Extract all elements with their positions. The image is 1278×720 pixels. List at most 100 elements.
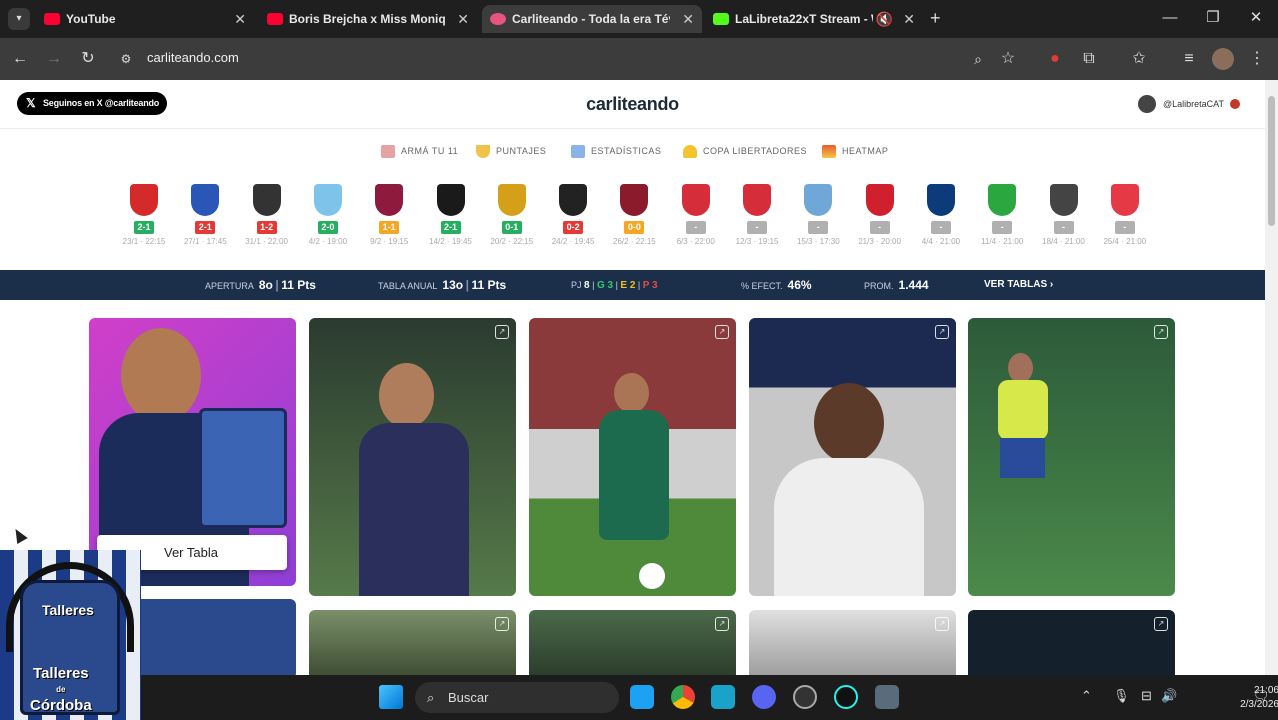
- external-link-icon[interactable]: ↗: [715, 617, 729, 631]
- stream-overlay: Talleres Talleres de Córdoba: [0, 550, 141, 720]
- browser-toolbar: ← → ↻ ⚙ carliteando.com ⌕ ☆ ● ⧉ ✩ ≡ ⋮: [0, 38, 1278, 80]
- minimize-button[interactable]: —: [1155, 8, 1185, 28]
- external-link-icon[interactable]: ↗: [715, 325, 729, 339]
- ver-tablas-link[interactable]: VER TABLAS ›: [984, 270, 1053, 300]
- fixture-item[interactable]: - 15/3 · 17:30: [788, 184, 848, 246]
- extension-icon[interactable]: ●: [1044, 48, 1066, 70]
- tray-overflow-icon[interactable]: ⌃: [1081, 688, 1092, 704]
- bookmarks-icon[interactable]: ✩: [1128, 48, 1150, 70]
- restore-button[interactable]: ❐: [1198, 8, 1228, 28]
- news-card-player-3[interactable]: ↗: [749, 318, 956, 596]
- media-control-icon[interactable]: ≡: [1178, 48, 1200, 70]
- close-icon[interactable]: ✕: [234, 5, 246, 33]
- tab-boris-brejcha[interactable]: Boris Brejcha x Miss Monique – ✕: [259, 5, 477, 33]
- external-link-icon[interactable]: ↗: [1154, 325, 1168, 339]
- news-card-row2-3[interactable]: ↗: [529, 610, 736, 675]
- obs-icon[interactable]: [793, 685, 817, 709]
- fixture-item[interactable]: 1-1 9/2 · 19:15: [359, 184, 419, 246]
- youtube-icon: [44, 13, 60, 25]
- calculator-icon[interactable]: [875, 685, 899, 709]
- fixture-item[interactable]: - 25/4 · 21:00: [1095, 184, 1155, 246]
- tab-lalibreta-stream[interactable]: LaLibreta22xT Stream - Wat 🔇 ✕: [705, 5, 923, 33]
- match-date: 26/2 · 22:15: [613, 237, 656, 246]
- chrome-icon[interactable]: [671, 685, 695, 709]
- tab-carliteando[interactable]: Carliteando - Toda la era Tévez ✕: [482, 5, 702, 33]
- team-crest-icon: [375, 184, 404, 216]
- site-info-icon[interactable]: ⚙: [115, 48, 137, 70]
- extensions-puzzle-icon[interactable]: ⧉: [1078, 48, 1100, 70]
- team-crest-icon: [804, 184, 833, 216]
- scrollbar-thumb[interactable]: [1268, 96, 1275, 226]
- fixture-item[interactable]: - 6/3 · 22:00: [666, 184, 726, 246]
- nav-puntajes[interactable]: PUNTAJES: [476, 144, 546, 159]
- fixture-item[interactable]: 2-0 4/2 · 19:00: [298, 184, 358, 246]
- external-link-icon[interactable]: ↗: [495, 325, 509, 339]
- external-link-icon[interactable]: ↗: [935, 325, 949, 339]
- nav-label: COPA LIBERTADORES: [703, 146, 808, 156]
- back-icon[interactable]: ←: [9, 48, 31, 70]
- notifications-icon[interactable]: 🗨: [1253, 688, 1270, 704]
- fixture-item[interactable]: 2-1 27/1 · 17:45: [175, 184, 235, 246]
- tab-search-button[interactable]: ▾: [8, 8, 30, 30]
- fixture-item[interactable]: - 21/3 · 20:00: [850, 184, 910, 246]
- microphone-icon[interactable]: 🎙: [1113, 688, 1130, 704]
- fixture-item[interactable]: - 18/4 · 21:00: [1034, 184, 1094, 246]
- menu-dots-icon[interactable]: ⋮: [1246, 48, 1268, 70]
- page-scrollbar[interactable]: [1265, 80, 1278, 675]
- tiktok-icon[interactable]: [834, 685, 858, 709]
- fixture-item[interactable]: 2-1 14/2 · 19:45: [421, 184, 481, 246]
- tab-youtube[interactable]: YouTube ✕: [36, 5, 254, 33]
- match-result: -: [747, 221, 767, 234]
- news-card-player-4[interactable]: ↗: [968, 318, 1175, 596]
- external-link-icon[interactable]: ↗: [1154, 617, 1168, 631]
- volume-icon[interactable]: 🔊: [1161, 688, 1177, 704]
- fixture-item[interactable]: 1-2 31/1 · 22:00: [237, 184, 297, 246]
- fixture-item[interactable]: - 4/4 · 21:00: [911, 184, 971, 246]
- fixture-item[interactable]: 0-0 26/2 · 22:15: [604, 184, 664, 246]
- taskbar-search[interactable]: ⌕ Buscar: [415, 682, 619, 713]
- start-button[interactable]: [379, 685, 403, 709]
- news-card-row2-2[interactable]: ↗: [309, 610, 516, 675]
- forward-icon[interactable]: →: [43, 48, 65, 70]
- fixture-item[interactable]: - 11/4 · 21:00: [972, 184, 1032, 246]
- external-link-icon[interactable]: ↗: [495, 617, 509, 631]
- profile-avatar[interactable]: [1212, 48, 1234, 70]
- new-tab-button[interactable]: +: [930, 8, 941, 28]
- twitter-app-icon[interactable]: [630, 685, 654, 709]
- close-icon[interactable]: ✕: [457, 5, 469, 33]
- clock[interactable]: 21:06 2/3/2026: [1223, 684, 1278, 712]
- tab-title: LaLibreta22xT Stream - Wat: [735, 12, 873, 26]
- close-window-button[interactable]: ✕: [1241, 8, 1271, 28]
- reload-icon[interactable]: ↻: [77, 48, 99, 70]
- trophy-icon: [683, 145, 697, 159]
- discord-icon[interactable]: [752, 685, 776, 709]
- nav-estadisticas[interactable]: ESTADÍSTICAS: [571, 144, 661, 159]
- close-icon[interactable]: ✕: [903, 5, 915, 33]
- display-app-icon[interactable]: [711, 685, 735, 709]
- match-result: -: [869, 221, 890, 234]
- nav-copa-libertadores[interactable]: COPA LIBERTADORES: [683, 144, 808, 159]
- bookmark-star-icon[interactable]: ☆: [997, 48, 1019, 70]
- nav-arma-tu-11[interactable]: ARMÁ TU 11: [381, 144, 458, 159]
- match-result: -: [808, 221, 829, 234]
- zoom-icon[interactable]: ⌕: [967, 48, 989, 70]
- news-card-row2-5[interactable]: ↗: [968, 610, 1175, 675]
- fixture-item[interactable]: 2-1 23/1 · 22:15: [114, 184, 174, 246]
- close-icon[interactable]: ✕: [682, 5, 694, 33]
- stat-value: 11 Pts: [471, 278, 507, 292]
- muted-icon[interactable]: 🔇: [876, 5, 893, 33]
- news-card-player-1[interactable]: ↗: [309, 318, 516, 596]
- player-figure: [121, 328, 201, 423]
- address-bar[interactable]: carliteando.com: [147, 50, 239, 65]
- player-figure: [599, 410, 669, 540]
- site-logo[interactable]: carliteando: [0, 94, 1265, 115]
- fixture-item[interactable]: 0-1 20/2 · 22:15: [482, 184, 542, 246]
- nav-heatmap[interactable]: HEATMAP: [822, 144, 888, 159]
- kick-icon: [713, 13, 729, 25]
- fixture-item[interactable]: - 12/3 · 19:15: [727, 184, 787, 246]
- fixture-item[interactable]: 0-2 24/2 · 19:45: [543, 184, 603, 246]
- news-card-row2-4[interactable]: ↗: [749, 610, 956, 675]
- network-icon[interactable]: ⊟: [1141, 688, 1152, 704]
- news-card-player-2[interactable]: ↗: [529, 318, 736, 596]
- external-link-icon[interactable]: ↗: [935, 617, 949, 631]
